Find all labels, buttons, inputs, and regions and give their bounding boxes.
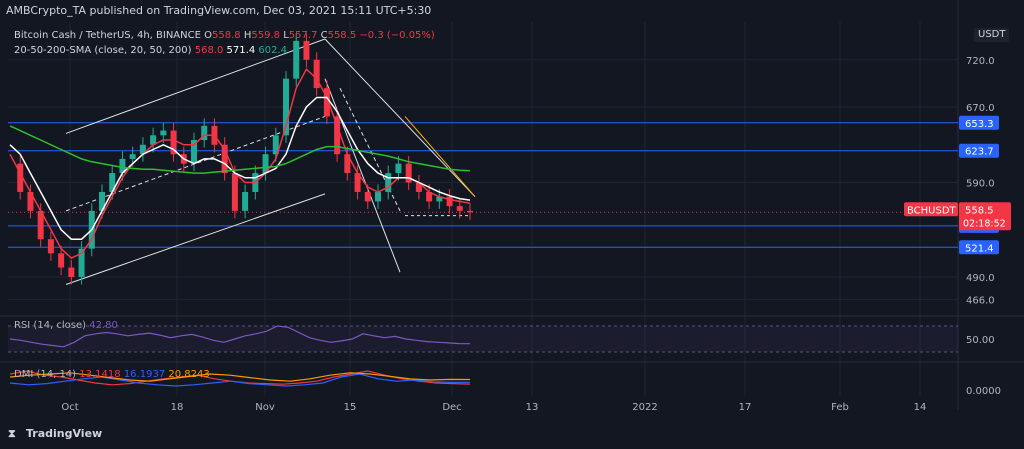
- ohlc-change: −0.3 (−0.05%): [359, 30, 435, 41]
- dmi-label: DMI (14, 14): [14, 369, 77, 380]
- ohlc-open-label: O: [204, 30, 212, 41]
- level-tag-text: 653.3: [965, 119, 994, 130]
- tradingview-logo[interactable]: ⧗ TradingView: [8, 428, 102, 440]
- rsi-value: 42.80: [89, 320, 118, 331]
- y-tick-label: 466.0: [966, 296, 995, 307]
- candle-body: [364, 191, 371, 202]
- candle-body: [293, 40, 300, 79]
- y-tick-label: 670.0: [966, 103, 995, 114]
- x-tick-label: Nov: [255, 402, 275, 413]
- candle-body: [303, 40, 310, 60]
- x-tick-label: 17: [739, 402, 752, 413]
- candle-body: [456, 206, 463, 211]
- x-tick-label: 14: [914, 402, 927, 413]
- candle-body: [47, 239, 54, 254]
- candle-body: [129, 154, 136, 159]
- candle-body: [68, 267, 75, 277]
- x-tick-label: Feb: [831, 402, 849, 413]
- price-tag: 558.5: [965, 205, 994, 216]
- sma-label: 20-50-200-SMA (close, 20, 50, 200): [14, 45, 192, 56]
- dmi-minus-value: 16.1937: [123, 369, 166, 380]
- candle-body: [385, 173, 392, 192]
- candle-body: [405, 163, 412, 183]
- x-tick-label: 13: [526, 402, 539, 413]
- publisher-line: AMBCrypto_TA published on TradingView.co…: [6, 4, 432, 17]
- y-tick-label: 720.0: [966, 56, 995, 67]
- sma200-value: 602.4: [258, 45, 288, 56]
- ohlc-open: 558.8: [212, 30, 241, 41]
- candle-body: [58, 253, 65, 268]
- dmi-plus-value: 13.1418: [79, 369, 121, 380]
- candle-body: [375, 191, 381, 202]
- candle-body: [395, 163, 402, 174]
- level-tag-text: 623.7: [965, 147, 994, 158]
- candle-body: [467, 210, 473, 213]
- x-tick-label: Oct: [61, 402, 78, 413]
- x-tick-label: 2022: [632, 402, 657, 413]
- candle-body: [231, 173, 238, 211]
- ohlc-low: 557.7: [288, 30, 318, 41]
- sma50-value: 571.4: [226, 45, 256, 56]
- ohlc-close-label: C: [320, 30, 328, 41]
- ohlc-high: 559.8: [251, 30, 280, 41]
- rsi-legend[interactable]: RSI (14, close) 42.80: [14, 320, 118, 332]
- currency-badge[interactable]: USDT: [974, 28, 1010, 42]
- rsi-pane: [8, 325, 958, 353]
- y-tick-label: 490.0: [966, 273, 995, 284]
- tradingview-chart[interactable]: 720.0 670.0 590.0 490.0 466.0 50.00 0.0000 653.…: [0, 0, 1024, 449]
- ohlc-close: 558.5: [327, 30, 357, 41]
- symbol-legend[interactable]: Bitcoin Cash / TetherUS, 4h, BINANCE O55…: [14, 30, 435, 42]
- x-tick-label: 15: [344, 402, 357, 413]
- symbol-tag: BCHUSDT: [907, 205, 957, 216]
- candle-body: [242, 191, 249, 211]
- candle-body: [446, 196, 453, 207]
- level-tag-text: 521.4: [965, 243, 994, 254]
- chart-canvas[interactable]: 720.0 670.0 590.0 490.0 466.0 50.00 0.0000 653.…: [0, 0, 1024, 449]
- rsi-band: [8, 326, 958, 352]
- tv-logo-icon: ⧗: [8, 427, 16, 440]
- rsi-tick-label: 50.00: [966, 335, 995, 346]
- y-tick-label: 590.0: [966, 179, 995, 190]
- countdown-tag: 02:18:52: [963, 218, 1006, 229]
- x-tick-label: 18: [171, 402, 184, 413]
- candle-body: [160, 130, 167, 136]
- sma-legend[interactable]: 20-50-200-SMA (close, 20, 50, 200) 568.0…: [14, 45, 287, 57]
- rsi-label: RSI (14, close): [14, 320, 87, 331]
- x-tick-label: Dec: [442, 402, 461, 413]
- dmi-adx-value: 20.8243: [168, 369, 210, 380]
- symbol-title: Bitcoin Cash / TetherUS, 4h, BINANCE: [14, 30, 201, 41]
- dmi-legend[interactable]: DMI (14, 14) 13.1418 16.1937 20.8243: [14, 369, 210, 381]
- logo-text: TradingView: [26, 427, 103, 440]
- sma20-value: 568.0: [194, 45, 224, 56]
- dmi-tick-label: 0.0000: [966, 386, 1001, 397]
